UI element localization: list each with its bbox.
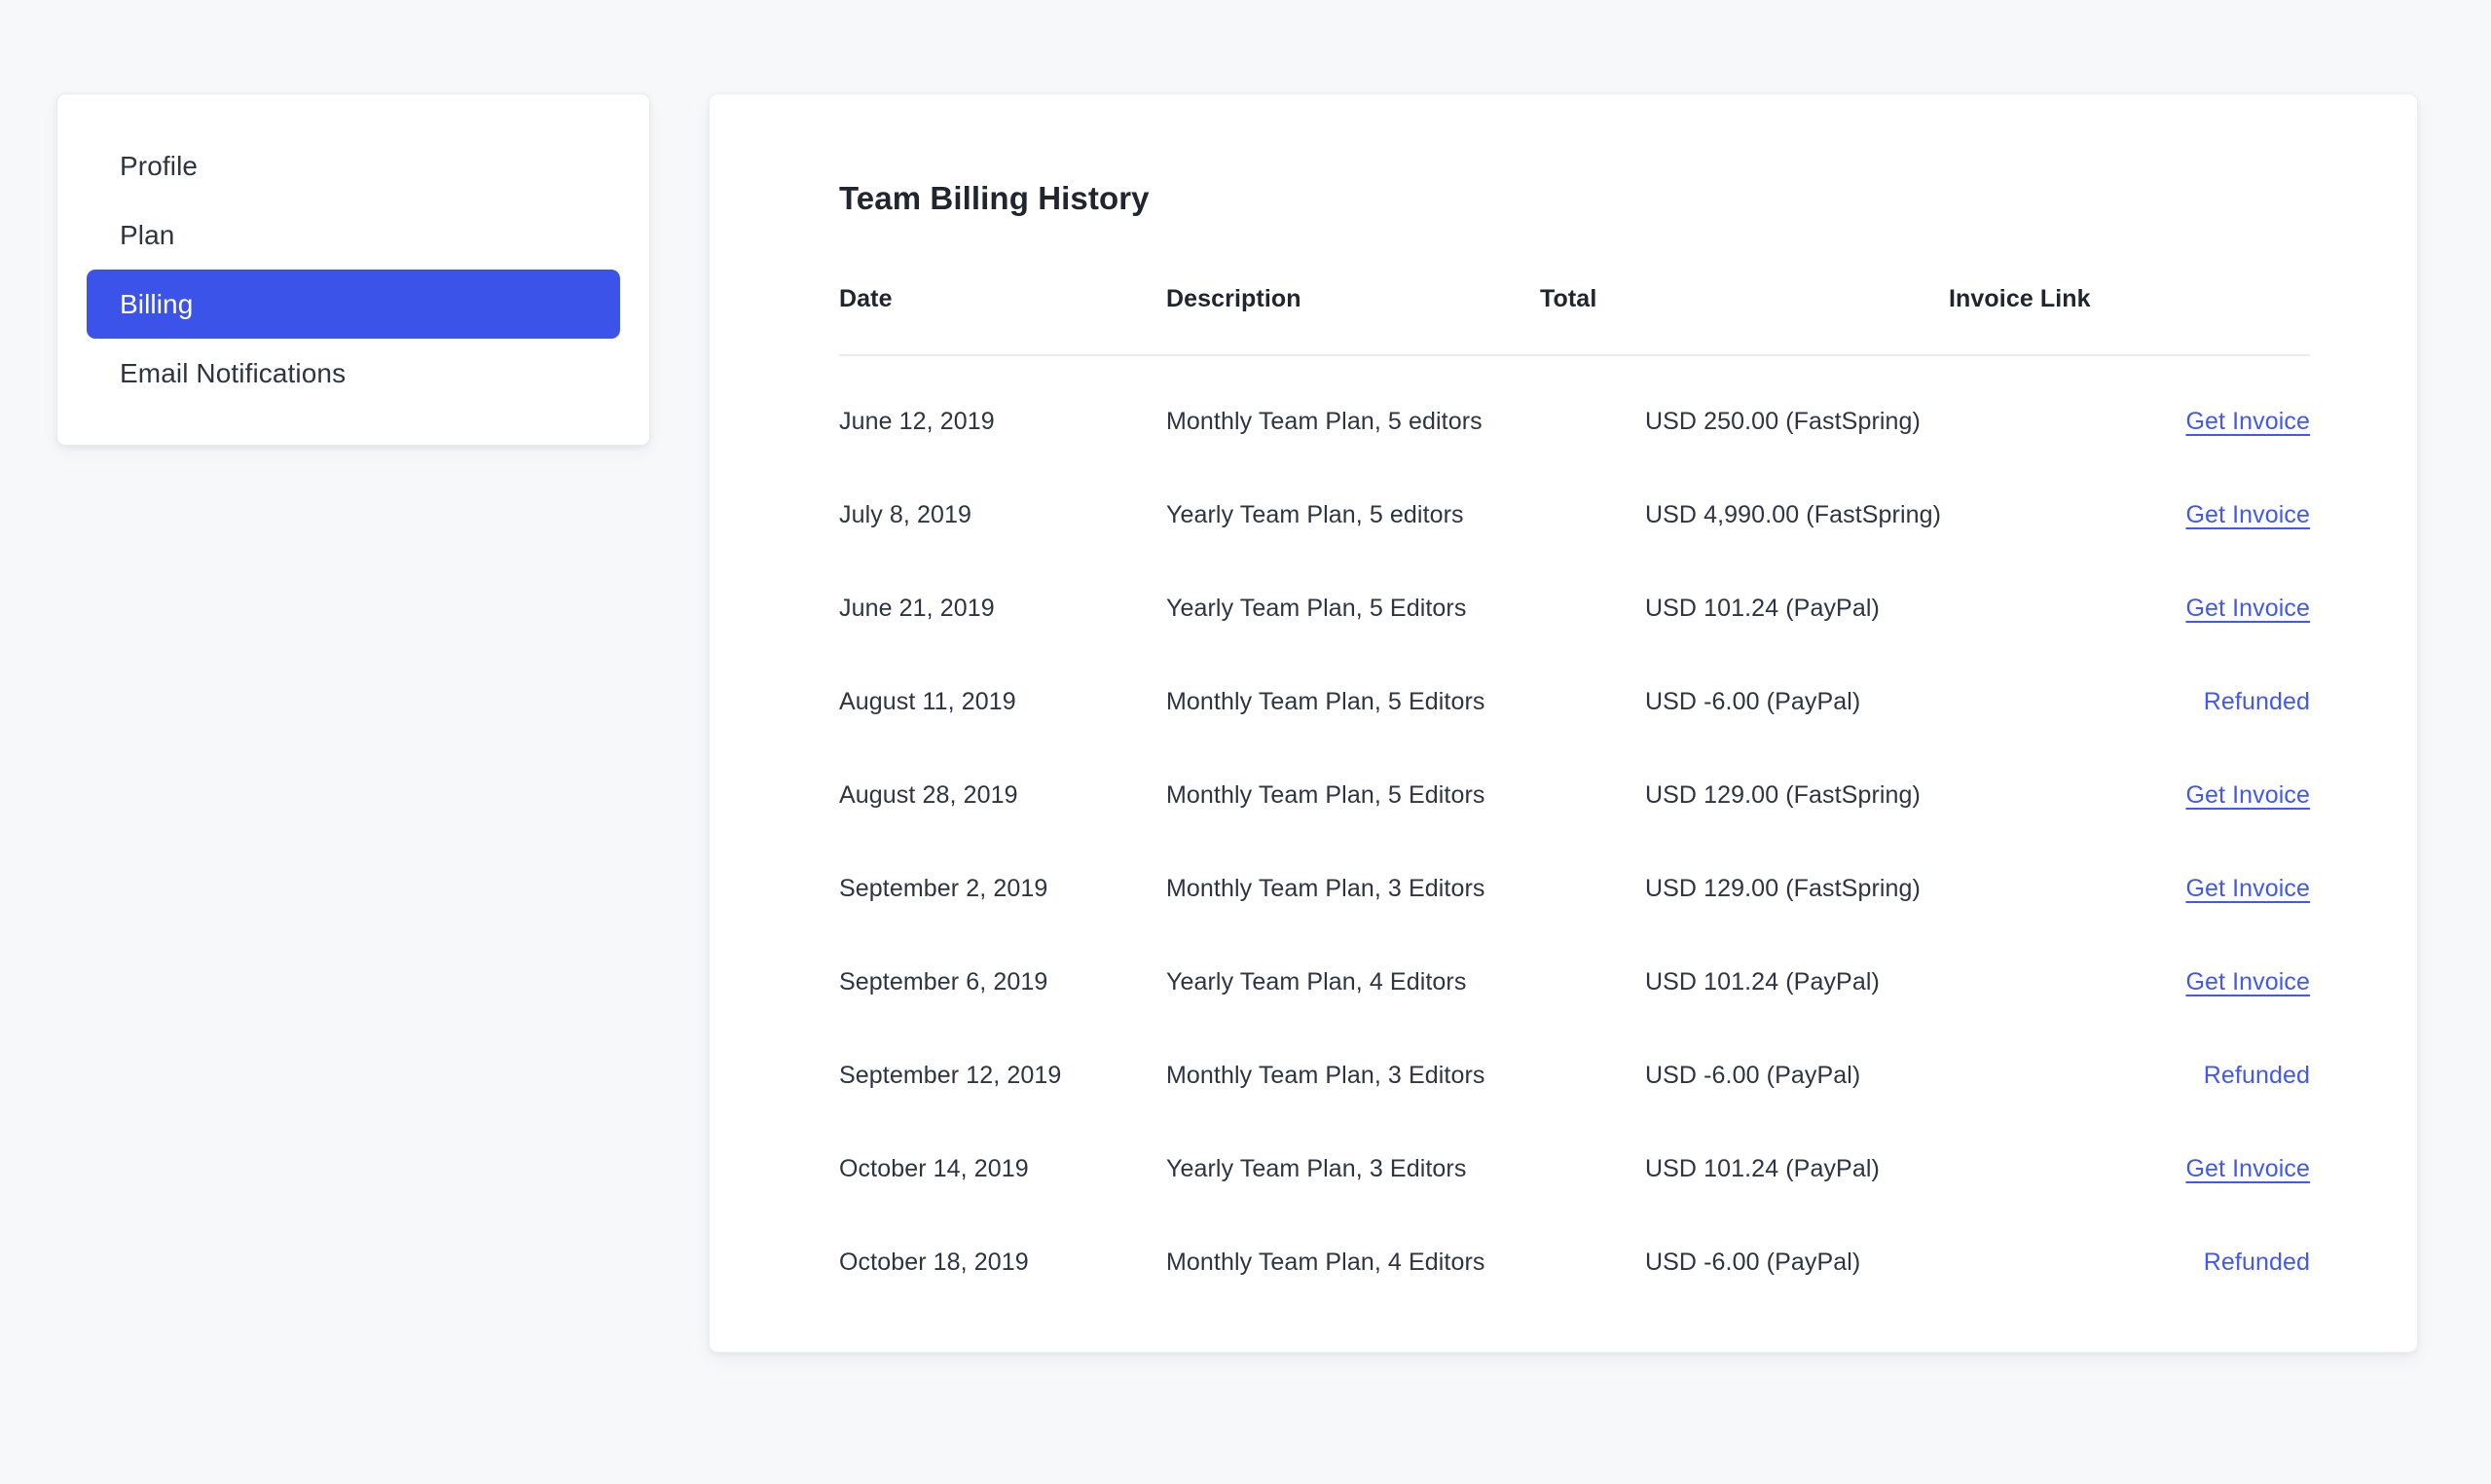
cell-total: USD 4,990.00 (FastSpring) [1540, 468, 1949, 561]
column-header-total: Total [1540, 285, 1949, 355]
table-row: October 18, 2019Monthly Team Plan, 4 Edi… [839, 1215, 2310, 1309]
cell-date: August 11, 2019 [839, 655, 1166, 748]
cell-total: USD 101.24 (PayPal) [1540, 1122, 1949, 1215]
cell-description: Monthly Team Plan, 3 Editors [1166, 1029, 1540, 1122]
cell-invoice-link: Get Invoice [1949, 1122, 2310, 1215]
cell-description: Yearly Team Plan, 5 editors [1166, 468, 1540, 561]
page-title: Team Billing History [839, 180, 1150, 217]
table-row: September 6, 2019Yearly Team Plan, 4 Edi… [839, 935, 2310, 1029]
cell-description: Monthly Team Plan, 5 Editors [1166, 655, 1540, 748]
cell-total: USD -6.00 (PayPal) [1540, 1215, 1949, 1309]
sidebar-item-label: Plan [120, 222, 174, 249]
table-row: August 28, 2019Monthly Team Plan, 5 Edit… [839, 748, 2310, 842]
sidebar-item-billing[interactable]: Billing [87, 270, 620, 339]
cell-total: USD 129.00 (FastSpring) [1540, 748, 1949, 842]
table-body: June 12, 2019Monthly Team Plan, 5 editor… [839, 355, 2310, 1309]
cell-total: USD 101.24 (PayPal) [1540, 935, 1949, 1029]
get-invoice-link[interactable]: Get Invoice [2185, 875, 2310, 902]
table-row: August 11, 2019Monthly Team Plan, 5 Edit… [839, 655, 2310, 748]
billing-history-table: Date Description Total Invoice Link June… [839, 285, 2310, 1309]
cell-date: June 12, 2019 [839, 355, 1166, 468]
sidebar-nav-list: Profile Plan Billing Email Notifications [87, 131, 620, 408]
column-header-description: Description [1166, 285, 1540, 355]
cell-description: Yearly Team Plan, 4 Editors [1166, 935, 1540, 1029]
get-invoice-link[interactable]: Get Invoice [2185, 501, 2310, 528]
cell-date: October 18, 2019 [839, 1215, 1166, 1309]
cell-invoice-link: Refunded [1949, 655, 2310, 748]
cell-date: September 2, 2019 [839, 842, 1166, 935]
get-invoice-link[interactable]: Get Invoice [2185, 408, 2310, 435]
settings-sidebar: Profile Plan Billing Email Notifications [56, 93, 650, 446]
get-invoice-link[interactable]: Get Invoice [2185, 1155, 2310, 1182]
table-row: June 21, 2019Yearly Team Plan, 5 Editors… [839, 561, 2310, 655]
table-row: September 2, 2019Monthly Team Plan, 3 Ed… [839, 842, 2310, 935]
cell-date: July 8, 2019 [839, 468, 1166, 561]
cell-invoice-link: Get Invoice [1949, 468, 2310, 561]
cell-total: USD -6.00 (PayPal) [1540, 655, 1949, 748]
sidebar-item-label: Billing [120, 291, 193, 318]
cell-total: USD 129.00 (FastSpring) [1540, 842, 1949, 935]
sidebar-item-profile[interactable]: Profile [87, 131, 620, 200]
cell-description: Monthly Team Plan, 4 Editors [1166, 1215, 1540, 1309]
cell-date: August 28, 2019 [839, 748, 1166, 842]
table-header: Date Description Total Invoice Link [839, 285, 2310, 355]
get-invoice-link[interactable]: Get Invoice [2185, 595, 2310, 622]
cell-date: September 12, 2019 [839, 1029, 1166, 1122]
cell-invoice-link: Get Invoice [1949, 561, 2310, 655]
cell-date: June 21, 2019 [839, 561, 1166, 655]
table-row: October 14, 2019Yearly Team Plan, 3 Edit… [839, 1122, 2310, 1215]
cell-total: USD 250.00 (FastSpring) [1540, 355, 1949, 468]
table-header-row: Date Description Total Invoice Link [839, 285, 2310, 355]
cell-total: USD 101.24 (PayPal) [1540, 561, 1949, 655]
cell-invoice-link: Get Invoice [1949, 935, 2310, 1029]
cell-invoice-link: Refunded [1949, 1215, 2310, 1309]
cell-description: Monthly Team Plan, 5 editors [1166, 355, 1540, 468]
cell-invoice-link: Get Invoice [1949, 748, 2310, 842]
cell-invoice-link: Refunded [1949, 1029, 2310, 1122]
sidebar-item-plan[interactable]: Plan [87, 200, 620, 270]
get-invoice-link[interactable]: Get Invoice [2185, 781, 2310, 809]
table-row: July 8, 2019Yearly Team Plan, 5 editorsU… [839, 468, 2310, 561]
cell-description: Monthly Team Plan, 5 Editors [1166, 748, 1540, 842]
cell-description: Yearly Team Plan, 3 Editors [1166, 1122, 1540, 1215]
column-header-date: Date [839, 285, 1166, 355]
cell-date: September 6, 2019 [839, 935, 1166, 1029]
cell-invoice-link: Get Invoice [1949, 355, 2310, 468]
table-row: September 12, 2019Monthly Team Plan, 3 E… [839, 1029, 2310, 1122]
billing-panel: Team Billing History Date Description To… [709, 93, 2418, 1353]
cell-total: USD -6.00 (PayPal) [1540, 1029, 1949, 1122]
refunded-status: Refunded [2204, 1062, 2310, 1089]
sidebar-item-label: Email Notifications [120, 360, 346, 387]
refunded-status: Refunded [2204, 1249, 2310, 1276]
get-invoice-link[interactable]: Get Invoice [2185, 968, 2310, 995]
refunded-status: Refunded [2204, 688, 2310, 715]
cell-invoice-link: Get Invoice [1949, 842, 2310, 935]
sidebar-item-email-notifications[interactable]: Email Notifications [87, 339, 620, 408]
sidebar-item-label: Profile [120, 153, 198, 180]
cell-description: Monthly Team Plan, 3 Editors [1166, 842, 1540, 935]
cell-description: Yearly Team Plan, 5 Editors [1166, 561, 1540, 655]
cell-date: October 14, 2019 [839, 1122, 1166, 1215]
settings-page: Profile Plan Billing Email Notifications Te… [0, 0, 2491, 1484]
table-row: June 12, 2019Monthly Team Plan, 5 editor… [839, 355, 2310, 468]
column-header-invoice-link: Invoice Link [1949, 285, 2310, 355]
